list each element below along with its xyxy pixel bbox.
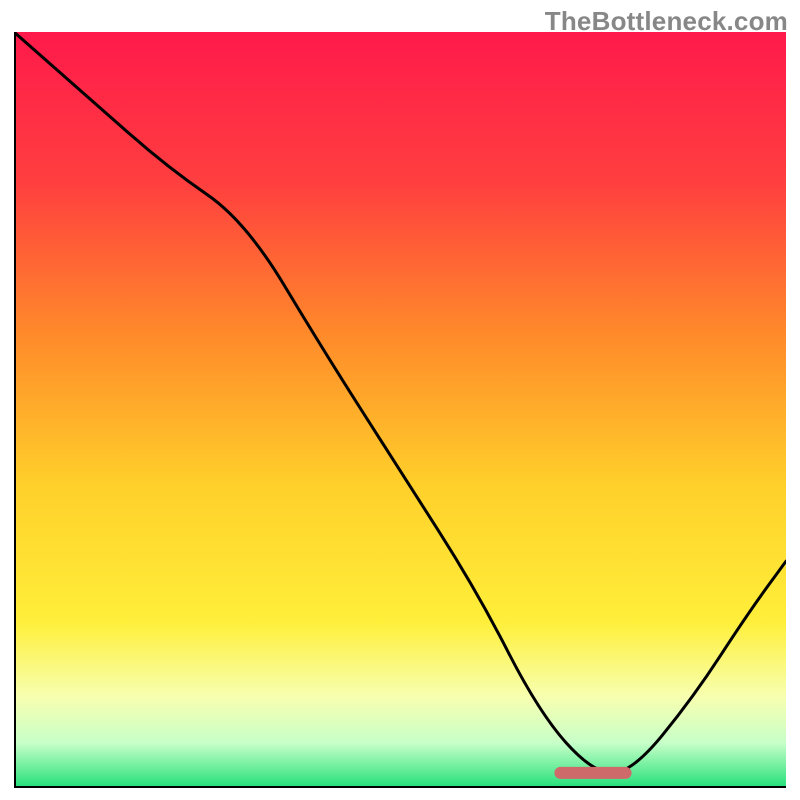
optimal-range-marker — [554, 767, 631, 779]
chart-container: TheBottleneck.com — [0, 0, 800, 800]
bottleneck-chart — [14, 32, 786, 788]
gradient-background — [14, 32, 786, 788]
plot-area — [14, 32, 786, 788]
